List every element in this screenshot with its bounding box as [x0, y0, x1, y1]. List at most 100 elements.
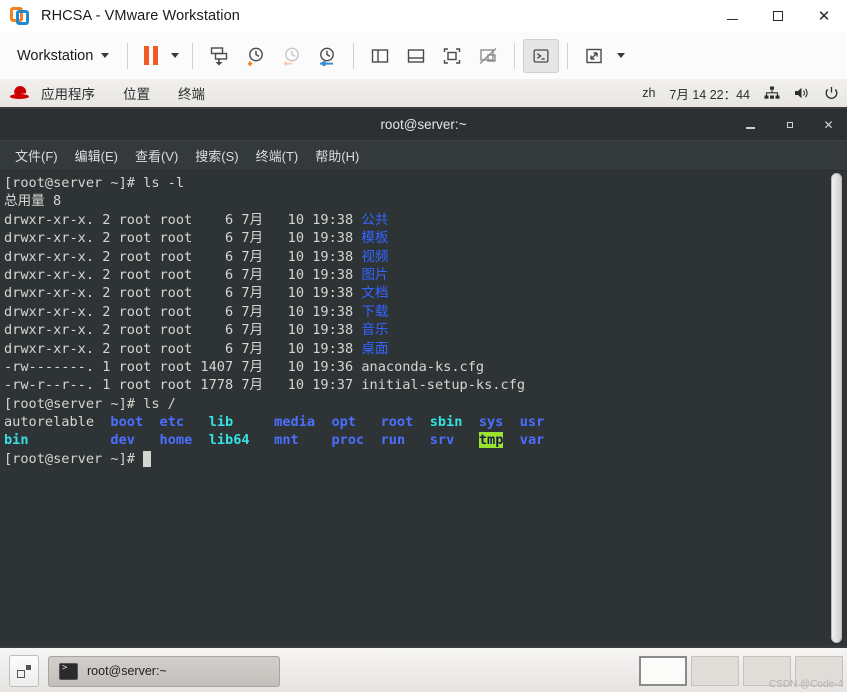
terminal-menu-terminal[interactable]: 终端(T) — [249, 143, 306, 168]
maximize-icon — [773, 11, 783, 21]
terminal-text: var — [519, 432, 545, 449]
toolbar-separator — [192, 42, 194, 69]
terminal-line: drwxr-xr-x. 2 root root 6 7月 10 19:38 视频 — [4, 248, 821, 266]
unity-mode-button[interactable] — [470, 39, 506, 73]
terminal-text: autorelable — [4, 414, 95, 431]
snapshot-add-icon — [248, 47, 264, 66]
stretch-view-button[interactable] — [576, 39, 612, 73]
network-icon[interactable] — [764, 86, 780, 100]
minimize-button[interactable] — [709, 0, 755, 32]
workspace-switcher: CSDN @Code-4 — [639, 648, 847, 692]
terminal-text: drwxr-xr-x. 2 root root 6 7月 10 19:38 — [4, 266, 362, 283]
stretch-dropdown-button[interactable] — [612, 39, 630, 73]
gnome-bottom-panel: root@server:~ CSDN @Code-4 — [0, 646, 847, 692]
taskbar-item-terminal[interactable]: root@server:~ — [48, 655, 280, 687]
workstation-menu-button[interactable]: Workstation — [11, 44, 115, 68]
pause-vm-button[interactable] — [136, 39, 166, 73]
workspace-1[interactable] — [639, 656, 687, 686]
terminal-text: drwxr-xr-x. 2 root root 6 7月 10 19:38 — [4, 211, 362, 228]
terminal-text: 总用量 8 — [4, 193, 62, 210]
terminal-text: 桌面 — [361, 340, 389, 357]
vmware-window-controls: ✕ — [709, 0, 847, 32]
close-icon: ✕ — [823, 117, 834, 132]
send-ctrl-alt-del-button[interactable] — [201, 39, 237, 73]
vmware-logo-icon — [9, 5, 31, 27]
terminal-title: root@server:~ — [380, 117, 467, 132]
snapshot-manage-icon — [320, 47, 335, 66]
power-icon[interactable] — [824, 86, 839, 101]
gnome-menu-applications[interactable]: 应用程序 — [38, 81, 98, 105]
terminal-text: lib64 — [208, 432, 250, 449]
watermark: CSDN @Code-4 — [768, 679, 843, 690]
take-snapshot-button[interactable] — [237, 39, 273, 73]
terminal-window: root@server:~ ✕ 文件(F) 编辑(E) 查看(V) 搜索(S) … — [0, 109, 847, 647]
red-hat-icon — [10, 85, 29, 100]
terminal-menu-search[interactable]: 搜索(S) — [188, 143, 245, 168]
power-button-icon — [825, 86, 838, 99]
terminal-line: [root@server ~]# — [4, 450, 821, 468]
pause-dropdown-button[interactable] — [166, 39, 184, 73]
show-thumbnail-bar-button[interactable] — [398, 39, 434, 73]
terminal-body[interactable]: [root@server ~]# ls -l 总用量 8 drwxr-xr-x. 2… — [0, 171, 847, 647]
terminal-text: srv — [429, 432, 455, 449]
clock[interactable]: 7月 14 22：44 — [669, 84, 750, 103]
terminal-text: sbin — [429, 414, 463, 431]
vmware-logo-square-blue — [16, 10, 29, 25]
console-view-button[interactable] — [523, 38, 560, 73]
sidebar-panel-icon — [372, 48, 389, 63]
terminal-text: bin — [4, 432, 29, 449]
close-button[interactable]: ✕ — [801, 0, 847, 32]
terminal-text: 文档 — [361, 285, 389, 302]
gnome-menu-places[interactable]: 位置 — [120, 81, 153, 105]
terminal-line: [root@server ~]# ls -l — [4, 174, 821, 192]
terminal-scrollbar[interactable] — [830, 171, 843, 647]
maximize-button[interactable] — [755, 0, 801, 32]
full-screen-button[interactable] — [434, 39, 470, 73]
terminal-text: drwxr-xr-x. 2 root root 6 7月 10 19:38 — [4, 322, 362, 339]
terminal-close-button[interactable]: ✕ — [822, 118, 835, 131]
terminal-menu-view[interactable]: 查看(V) — [128, 143, 185, 168]
terminal-icon — [59, 662, 78, 680]
toolbar-separator — [353, 42, 355, 69]
terminal-text: drwxr-xr-x. 2 root root 6 7月 10 19:38 — [4, 340, 362, 357]
network-wired-icon — [764, 86, 780, 99]
show-desktop-button[interactable] — [9, 655, 39, 687]
workspace-2[interactable] — [691, 656, 739, 686]
terminal-maximize-button[interactable] — [783, 118, 796, 131]
minimize-icon — [746, 127, 755, 129]
taskbar-item-label: root@server:~ — [87, 664, 167, 678]
terminal-output[interactable]: [root@server ~]# ls -l 总用量 8 drwxr-xr-x. 2… — [4, 174, 821, 468]
terminal-text: drwxr-xr-x. 2 root root 6 7月 10 19:38 — [4, 303, 362, 320]
manage-snapshots-button[interactable] — [309, 39, 345, 73]
terminal-line: autorelable boot etc lib media opt root … — [4, 413, 821, 431]
volume-icon[interactable] — [794, 86, 810, 100]
terminal-menu-help[interactable]: 帮助(H) — [308, 143, 366, 168]
keyboard-layout-indicator[interactable]: zh — [642, 86, 655, 100]
minimize-icon — [726, 18, 738, 20]
terminal-menu-file[interactable]: 文件(F) — [8, 143, 65, 168]
show-sidebar-button[interactable] — [362, 39, 398, 73]
toolbar-separator — [514, 42, 516, 69]
gnome-status-area: zh 7月 14 22：44 — [628, 79, 839, 107]
terminal-text: tmp — [478, 432, 504, 449]
terminal-line: [root@server ~]# ls / — [4, 395, 821, 413]
terminal-text: lib — [208, 414, 234, 431]
terminal-scrollbar-thumb[interactable] — [831, 173, 842, 643]
terminal-menu-edit[interactable]: 编辑(E) — [68, 143, 125, 168]
revert-snapshot-button[interactable] — [273, 39, 309, 73]
terminal-text: proc — [331, 432, 365, 449]
chevron-down-icon — [171, 53, 180, 58]
terminal-minimize-button[interactable] — [744, 118, 757, 131]
terminal-line: drwxr-xr-x. 2 root root 6 7月 10 19:38 下载 — [4, 303, 821, 321]
gnome-menu-terminal[interactable]: 终端 — [175, 81, 208, 105]
